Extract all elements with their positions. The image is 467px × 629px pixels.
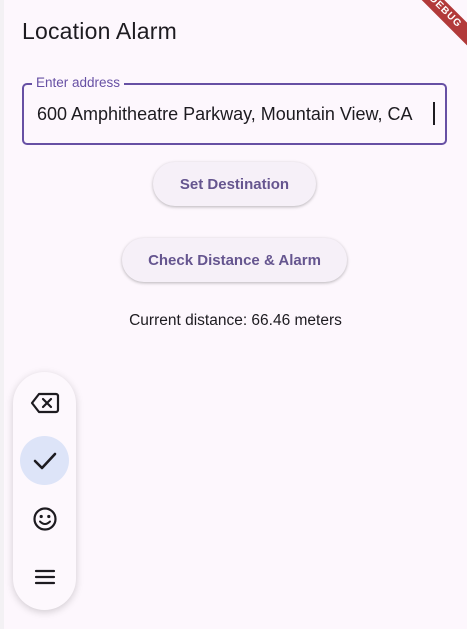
menu-button[interactable]	[20, 552, 69, 601]
backspace-button[interactable]	[20, 378, 69, 427]
text-caret	[433, 102, 435, 125]
check-distance-button[interactable]: Check Distance & Alarm	[122, 238, 347, 282]
address-input[interactable]: Enter address 600 Amphitheatre Parkway, …	[22, 75, 447, 145]
app-title: Location Alarm	[22, 18, 177, 44]
app-screen: Location Alarm DEBUG Enter address 600 A…	[4, 0, 467, 629]
done-button[interactable]	[20, 436, 69, 485]
emoji-button[interactable]	[20, 494, 69, 543]
address-label: Enter address	[32, 75, 125, 90]
emoji-icon	[32, 506, 57, 531]
backspace-icon	[30, 392, 59, 413]
address-value[interactable]: 600 Amphitheatre Parkway, Mountain View,…	[37, 104, 435, 125]
debug-banner: DEBUG	[396, 0, 467, 61]
set-destination-button[interactable]: Set Destination	[153, 162, 316, 206]
keyboard-toolbar	[13, 372, 76, 610]
menu-icon	[34, 569, 55, 584]
check-icon	[33, 452, 56, 469]
current-distance-text: Current distance: 66.46 meters	[129, 312, 342, 329]
